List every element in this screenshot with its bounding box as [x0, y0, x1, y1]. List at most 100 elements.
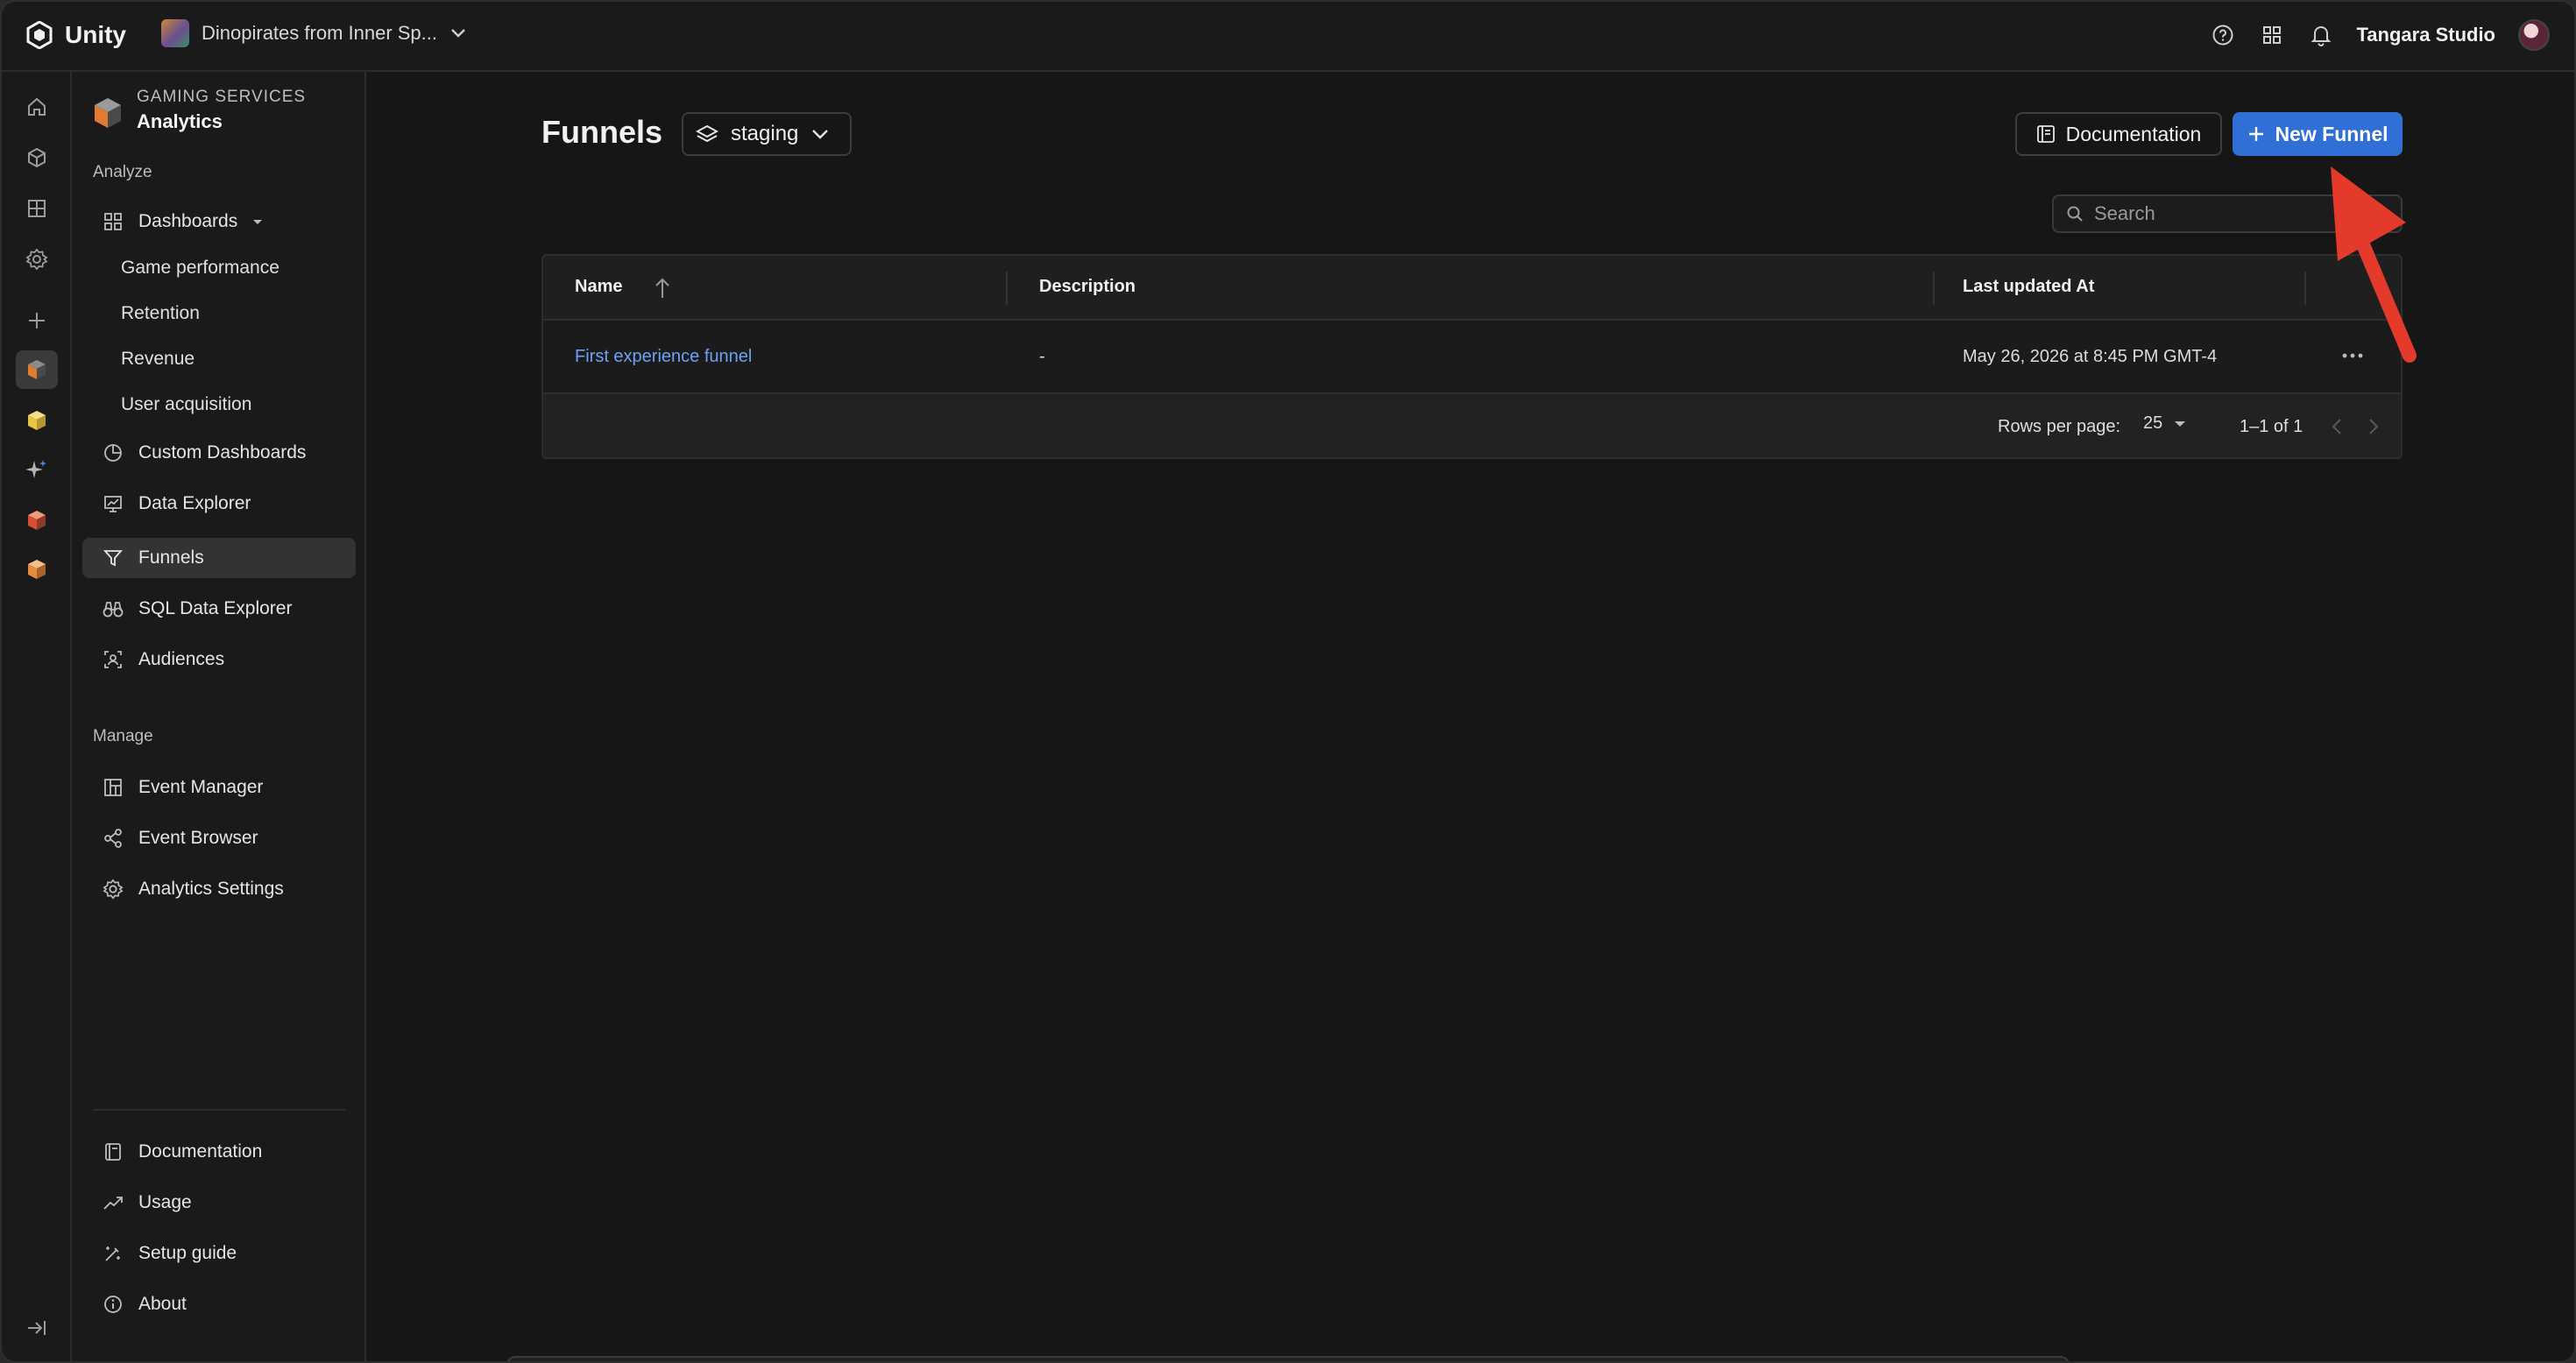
analytics-cube-icon — [95, 98, 121, 128]
expand-sidebar-icon[interactable] — [16, 1309, 58, 1347]
column-header-last-updated[interactable]: Last updated At — [1963, 277, 2094, 297]
icon-rail — [2, 72, 72, 1361]
user-avatar[interactable] — [2518, 19, 2550, 51]
cube-icon[interactable] — [16, 138, 58, 177]
sidebar-item-label: Dashboards — [138, 211, 238, 231]
funnel-icon — [102, 547, 124, 569]
column-header-description[interactable]: Description — [1039, 277, 1136, 297]
red-service-icon[interactable] — [16, 501, 58, 540]
help-icon[interactable] — [2210, 22, 2236, 48]
funnel-last-updated: May 26, 2026 at 8:45 PM GMT-4 — [1963, 347, 2218, 366]
column-divider — [2304, 272, 2306, 305]
sidebar-item-label: Usage — [138, 1192, 192, 1212]
sidebar-sub-revenue[interactable]: Revenue — [121, 349, 195, 370]
sidebar-item-event-manager[interactable]: Event Manager — [82, 767, 356, 808]
previous-page-icon[interactable] — [2331, 417, 2343, 436]
sidebar-sub-game-performance[interactable]: Game performance — [121, 258, 280, 279]
pagination-range: 1–1 of 1 — [2240, 417, 2304, 436]
sidebar-item-label: Setup guide — [138, 1243, 237, 1263]
sort-ascending-icon[interactable] — [654, 277, 671, 300]
sidebar-item-custom-dashboards[interactable]: Custom Dashboards — [82, 433, 356, 473]
sidebar-item-sql-data-explorer[interactable]: SQL Data Explorer — [82, 589, 356, 629]
funnels-table: Name Description Last updated At First e… — [541, 254, 2403, 459]
grid-icon[interactable] — [16, 189, 58, 228]
rows-per-page-select[interactable]: 25 — [2143, 413, 2187, 434]
project-thumbnail — [161, 19, 189, 47]
gear-icon — [102, 878, 124, 900]
sidebar-item-label: About — [138, 1294, 187, 1314]
annotation-arrow — [2331, 166, 2417, 363]
environment-select[interactable]: staging — [682, 112, 852, 156]
sidebar-item-about[interactable]: About — [82, 1284, 356, 1324]
plus-icon — [2249, 127, 2264, 141]
project-switcher[interactable]: Dinopirates from Inner Sp... — [161, 19, 467, 47]
sidebar-item-label: Data Explorer — [138, 493, 251, 513]
sidebar-item-label: Event Manager — [138, 777, 264, 797]
apps-grid-icon[interactable] — [2259, 22, 2285, 48]
unity-cube-icon — [26, 21, 53, 49]
top-right-actions: Tangara Studio — [2210, 19, 2550, 51]
bell-icon[interactable] — [2308, 22, 2334, 48]
app-name: Unity — [65, 21, 126, 48]
sidebar-sub-user-acquisition[interactable]: User acquisition — [121, 394, 251, 415]
service-overline: GAMING SERVICES — [137, 88, 307, 106]
layers-icon — [696, 124, 718, 143]
document-icon — [2036, 125, 2055, 143]
table-row[interactable]: First experience funnel - May 26, 2026 a… — [543, 321, 2401, 394]
documentation-button[interactable]: Documentation — [2015, 112, 2222, 156]
audience-icon — [102, 648, 124, 671]
funnel-description: - — [1039, 347, 1045, 366]
window-bottom-edge — [506, 1356, 2070, 1361]
table-header: Name Description Last updated At — [543, 256, 2401, 321]
environment-value: staging — [731, 122, 799, 145]
magic-wand-icon — [102, 1242, 124, 1265]
section-manage: Manage — [93, 727, 153, 745]
project-name: Dinopirates from Inner Sp... — [202, 22, 438, 44]
sidebar-item-setup-guide[interactable]: Setup guide — [82, 1233, 356, 1274]
info-icon — [102, 1293, 124, 1316]
chevron-down-icon — [812, 130, 829, 139]
column-divider — [1006, 272, 1008, 305]
sparkle-icon[interactable] — [16, 450, 58, 489]
page-title: Funnels — [541, 114, 663, 150]
new-funnel-button[interactable]: New Funnel — [2233, 112, 2403, 156]
chevron-down-icon — [451, 29, 465, 38]
sidebar-sub-retention[interactable]: Retention — [121, 303, 200, 324]
chart-board-icon — [102, 492, 124, 515]
home-icon[interactable] — [16, 88, 58, 126]
sidebar-item-data-explorer[interactable]: Data Explorer — [82, 484, 356, 524]
layout-icon — [102, 776, 124, 799]
rows-per-page-label: Rows per page: — [1998, 417, 2121, 436]
sidebar-item-documentation[interactable]: Documentation — [82, 1132, 356, 1172]
org-name[interactable]: Tangara Studio — [2357, 24, 2496, 46]
top-bar: Unity Dinopirates from Inner Sp... Tanga… — [2, 2, 2574, 72]
column-header-name[interactable]: Name — [575, 277, 622, 297]
sidebar-item-event-browser[interactable]: Event Browser — [82, 818, 356, 858]
unity-logo[interactable]: Unity — [26, 21, 126, 49]
settings-icon[interactable] — [16, 240, 58, 279]
orange-service-icon[interactable] — [16, 550, 58, 589]
funnel-name-link[interactable]: First experience funnel — [575, 347, 752, 367]
sidebar-item-label: Custom Dashboards — [138, 442, 307, 463]
sidebar-divider — [93, 1109, 345, 1111]
new-funnel-button-label: New Funnel — [2275, 122, 2388, 145]
sidebar-item-label: SQL Data Explorer — [138, 598, 293, 618]
trend-line-icon — [102, 1191, 124, 1214]
sidebar-item-audiences[interactable]: Audiences — [82, 639, 356, 680]
sidebar-item-analytics-settings[interactable]: Analytics Settings — [82, 869, 356, 909]
pie-chart-icon — [102, 441, 124, 464]
sidebar-item-label: Analytics Settings — [138, 879, 284, 899]
next-page-icon[interactable] — [2367, 417, 2380, 436]
yellow-service-icon[interactable] — [16, 401, 58, 440]
main-content: Funnels staging Documentation New Funnel… — [368, 72, 2574, 1361]
caret-down-icon — [253, 220, 263, 224]
analytics-service-icon[interactable] — [16, 350, 58, 389]
binoculars-icon — [102, 597, 124, 620]
sidebar-item-dashboards[interactable]: Dashboards — [82, 201, 356, 242]
service-header: GAMING SERVICES Analytics — [93, 88, 306, 133]
nodes-icon — [102, 827, 124, 850]
sidebar-item-funnels[interactable]: Funnels — [82, 538, 356, 578]
caret-down-icon — [2175, 420, 2186, 427]
sidebar-item-usage[interactable]: Usage — [82, 1183, 356, 1223]
plus-icon[interactable] — [16, 301, 58, 340]
